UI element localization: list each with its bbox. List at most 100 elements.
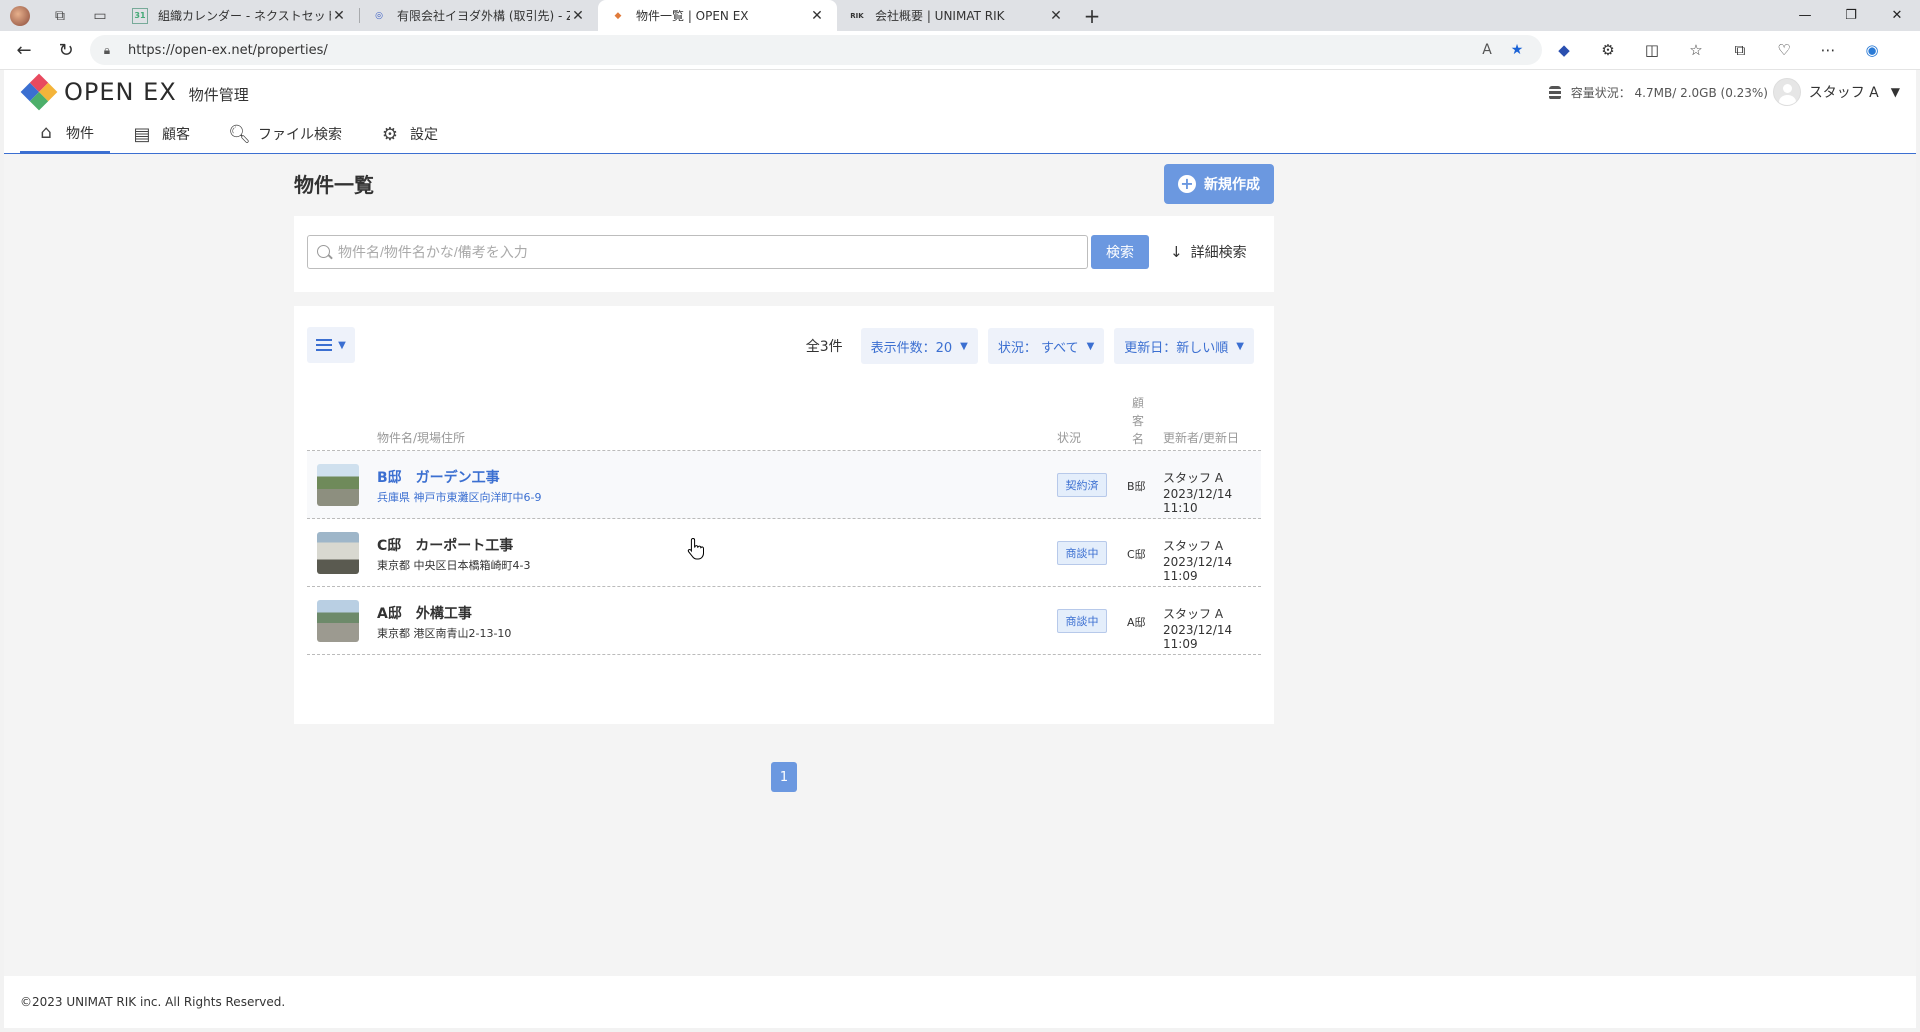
nav-settings[interactable]: ⚙ 設定 [364, 114, 454, 154]
file-search-icon: 🔍︎ [228, 123, 251, 145]
search-input[interactable] [338, 244, 1087, 260]
tab-title: 物件一覧 | OPEN EX [636, 9, 749, 23]
browser-tab[interactable]: 31 組織カレンダー - ネクストセット ✕ [120, 0, 359, 31]
url-text[interactable]: https://open-ex.net/properties/ [128, 43, 1472, 58]
id-card-icon: ▤ [133, 123, 151, 145]
storage-status: 容量状況： 4.7MB/ 2.0GB (0.23%) [1548, 84, 1768, 101]
table-row[interactable]: C邸 カーポート工事 東京都 中央区日本橋箱崎町4-3 商談中 C邸 スタッフ … [307, 519, 1261, 587]
new-button-label: 新規作成 [1204, 177, 1260, 193]
close-icon[interactable]: ✕ [331, 8, 347, 24]
property-thumbnail[interactable] [317, 464, 359, 506]
app-header: OPEN EX 物件管理 容量状況： 4.7MB/ 2.0GB (0.23%) … [4, 70, 1916, 154]
gear-icon: ⚙ [381, 123, 399, 145]
extensions-puzzle-icon[interactable]: ⚙ [1586, 32, 1630, 68]
updated-at: 2023/12/14 11:09 [1163, 555, 1233, 583]
browser-tab-active[interactable]: ◆ 物件一覧 | OPEN EX ✕ [598, 0, 837, 31]
more-icon[interactable]: ⋯ [1806, 32, 1850, 68]
browser-tab[interactable]: ◎ 有限会社イヨダ外構 (取引先) - Zoh ✕ [359, 0, 598, 31]
updated-by: スタッフ A [1163, 471, 1224, 485]
profile-icon[interactable] [0, 0, 40, 31]
search-icon [317, 245, 330, 258]
read-aloud-icon[interactable]: A [1472, 42, 1502, 58]
plus-icon: + [1178, 175, 1196, 193]
browser-tab[interactable]: RIK 会社概要 | UNIMAT RIK ✕ [837, 0, 1076, 31]
home-icon: ⌂ [40, 122, 52, 143]
tab-title: 組織カレンダー - ネクストセット [158, 9, 331, 23]
new-tab-button[interactable]: + [1076, 0, 1108, 31]
property-name-link[interactable]: B邸 ガーデン工事 [377, 467, 500, 487]
table-row[interactable]: B邸 ガーデン工事 兵庫県 神戸市東灘区向洋町中6-9 契約済 B邸 スタッフ … [307, 451, 1261, 519]
property-name-link[interactable]: C邸 カーポート工事 [377, 535, 513, 555]
hand-cursor-icon [687, 537, 704, 560]
pagination-page[interactable]: 1 [771, 762, 797, 792]
lock-icon[interactable]: 🔒︎ [100, 43, 114, 57]
open-ex-favicon: ◆ [614, 10, 622, 21]
property-thumbnail[interactable] [317, 600, 359, 642]
status-filter-dropdown[interactable]: 状況： すべて ▼ [987, 328, 1105, 364]
updated-at: 2023/12/14 11:09 [1163, 623, 1233, 651]
search-box[interactable] [307, 235, 1088, 269]
property-thumbnail[interactable] [317, 532, 359, 574]
main-nav: ⌂ 物件 ▤ 顧客 🔍︎ ファイル検索 ⚙ 設定 [20, 114, 460, 154]
copilot-icon[interactable]: ◉ [1850, 32, 1894, 68]
view-mode-toggle[interactable]: ▼ [307, 327, 355, 363]
sort-label: 更新日：新しい順 [1124, 340, 1229, 356]
status-badge: 契約済 [1057, 473, 1107, 497]
close-icon[interactable]: ✕ [570, 8, 586, 24]
window-controls: — ❐ ✕ [1782, 0, 1920, 31]
nav-label: 物件 [66, 125, 94, 142]
close-icon[interactable]: ✕ [1048, 8, 1064, 24]
refresh-icon[interactable]: ↻ [48, 32, 84, 68]
database-icon [1548, 85, 1561, 100]
advanced-search-toggle[interactable]: ↓ 詳細検索 [1170, 235, 1247, 269]
footer: ©2023 UNIMAT RIK inc. All Rights Reserve… [4, 976, 1916, 1028]
search-button[interactable]: 検索 [1091, 235, 1149, 269]
customer-name: A邸 [1127, 616, 1146, 629]
updated-by: スタッフ A [1163, 539, 1224, 553]
extension-icon[interactable]: ◆ [1542, 32, 1586, 68]
user-menu[interactable]: スタッフ A ▼ [1772, 78, 1900, 106]
header-status: 状況 [1057, 431, 1082, 445]
calendar-icon: 31 [132, 7, 148, 24]
property-address[interactable]: 兵庫県 神戸市東灘区向洋町中6-9 [377, 489, 541, 505]
status-filter-label: 状況： すべて [997, 340, 1079, 356]
logo-mark-icon [20, 73, 58, 111]
customer-name: C邸 [1127, 548, 1146, 561]
performance-icon[interactable]: ♡ [1762, 32, 1806, 68]
sort-dropdown[interactable]: 更新日：新しい順 ▼ [1114, 328, 1254, 364]
app: OPEN EX 物件管理 容量状況： 4.7MB/ 2.0GB (0.23%) … [4, 70, 1916, 1028]
tab-actions-icon[interactable]: ▭ [80, 0, 120, 31]
updated-by: スタッフ A [1163, 607, 1224, 621]
split-screen-icon[interactable]: ◫ [1630, 32, 1674, 68]
property-name-link[interactable]: A邸 外構工事 [377, 603, 472, 623]
chevron-down-icon: ▼ [1236, 340, 1244, 352]
nav-file-search[interactable]: 🔍︎ ファイル検索 [212, 114, 358, 154]
list-icon [316, 339, 333, 351]
browser-tab-bar: ⧉ ▭ 31 組織カレンダー - ネクストセット ✕ ◎ 有限会社イヨダ外構 (… [0, 0, 1920, 31]
new-property-button[interactable]: + 新規作成 [1164, 164, 1274, 204]
favorite-star-icon[interactable]: ★ [1502, 42, 1532, 58]
header-updated: 更新者/更新日 [1163, 431, 1240, 445]
logo[interactable]: OPEN EX 物件管理 [20, 73, 249, 111]
updated-at: 2023/12/14 11:10 [1163, 487, 1233, 515]
chevron-down-icon: ▼ [960, 340, 968, 352]
table-row[interactable]: A邸 外構工事 東京都 港区南青山2-13-10 商談中 A邸 スタッフ A 2… [307, 587, 1261, 655]
nav-properties[interactable]: ⌂ 物件 [20, 114, 110, 154]
property-address: 東京都 中央区日本橋箱崎町4-3 [377, 559, 531, 572]
close-icon[interactable]: ✕ [809, 8, 825, 24]
url-bar[interactable]: 🔒︎ https://open-ex.net/properties/ A ★ [90, 35, 1542, 65]
property-list-panel: ▼ 全3件 表示件数：20 ▼ 状況： すべて ▼ 更新日：新しい順 ▼ 物件名/現場… [294, 306, 1274, 792]
window-close-icon[interactable]: ✕ [1874, 0, 1920, 31]
favorites-icon[interactable]: ☆ [1674, 32, 1718, 68]
collections-icon[interactable]: ⧉ [1718, 32, 1762, 68]
restore-icon[interactable]: ❐ [1828, 0, 1874, 31]
avatar [1772, 78, 1801, 106]
logo-text: OPEN EX [64, 78, 177, 106]
storage-text: 容量状況： 4.7MB/ 2.0GB (0.23%) [1570, 86, 1768, 100]
per-page-dropdown[interactable]: 表示件数：20 ▼ [860, 328, 978, 364]
workspaces-icon[interactable]: ⧉ [40, 0, 80, 31]
back-icon[interactable]: ← [6, 32, 42, 68]
customer-name: B邸 [1127, 480, 1146, 493]
nav-customers[interactable]: ▤ 顧客 [116, 114, 206, 154]
minimize-icon[interactable]: — [1782, 0, 1828, 31]
